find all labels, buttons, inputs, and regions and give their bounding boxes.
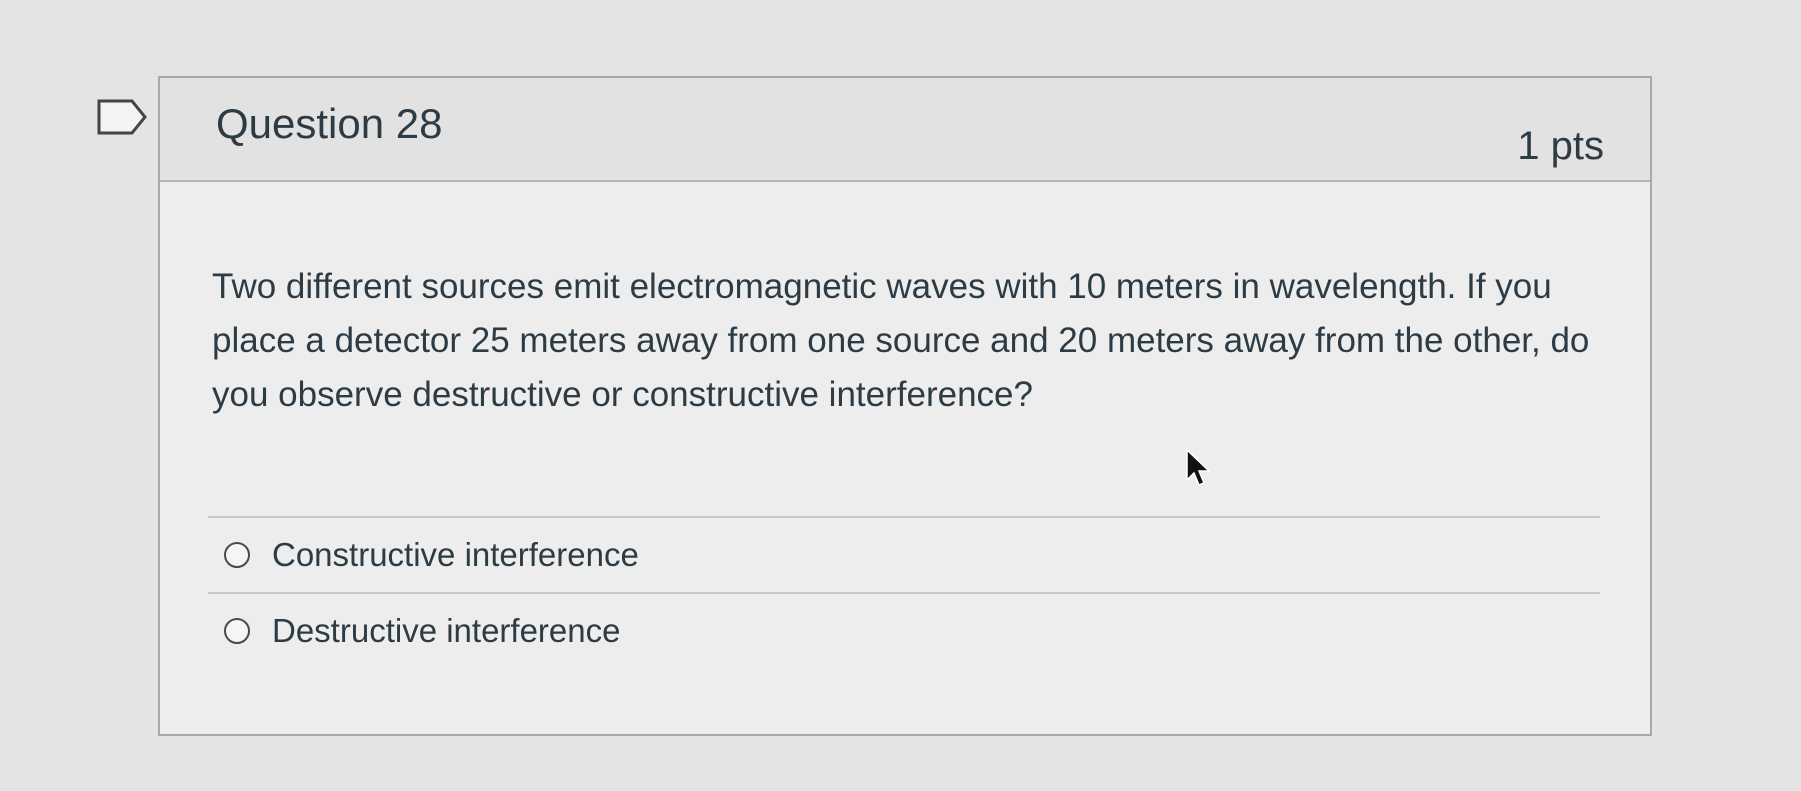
answer-label: Destructive interference bbox=[272, 612, 621, 649]
mouse-pointer-icon bbox=[1186, 448, 1211, 486]
question-title: Question 28 bbox=[216, 100, 443, 147]
answer-list: Constructive interference Destructive in… bbox=[208, 516, 1600, 668]
answer-label: Constructive interference bbox=[272, 536, 639, 573]
radio-button[interactable] bbox=[224, 542, 250, 568]
question-text: Two different sources emit electromagnet… bbox=[212, 267, 1590, 414]
question-points: 1 pts bbox=[1517, 124, 1604, 168]
radio-button[interactable] bbox=[224, 618, 250, 644]
flag-question-icon[interactable] bbox=[96, 98, 148, 136]
answer-option-destructive[interactable]: Destructive interference bbox=[208, 592, 1600, 668]
question-card: Question 28 1 pts Two different sources … bbox=[158, 76, 1652, 736]
question-header: Question 28 1 pts bbox=[160, 78, 1650, 182]
answer-option-constructive[interactable]: Constructive interference bbox=[208, 516, 1600, 592]
